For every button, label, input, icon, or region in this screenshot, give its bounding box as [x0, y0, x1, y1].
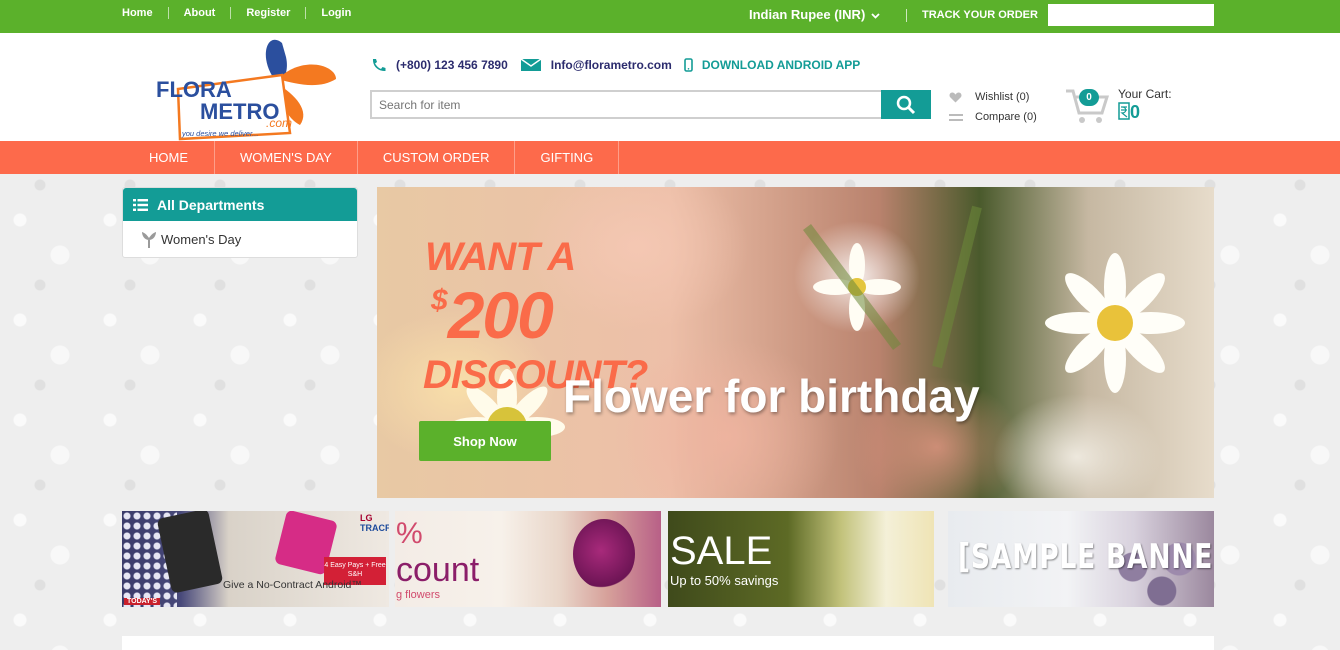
heart-icon	[949, 92, 962, 102]
banner-sale-sub: Up to 50% savings	[670, 573, 779, 588]
contact-bar: (+800) 123 456 7890 Info@florametro.com …	[370, 57, 872, 73]
search-button[interactable]	[881, 90, 931, 119]
cart-amount-value: 0	[1130, 102, 1141, 122]
nav-item-home[interactable]: HOME	[122, 141, 215, 174]
flower-image	[573, 519, 635, 589]
phone-icon	[372, 59, 386, 72]
banner-percent: %	[396, 517, 423, 550]
email-item[interactable]: Info@florametro.com	[520, 58, 672, 72]
svg-text:you desire we deliver...: you desire we deliver...	[181, 129, 258, 138]
hero-amount-value: 200	[447, 278, 554, 352]
wishlist-label: Wishlist (0)	[975, 91, 1030, 103]
hero-banner[interactable]: WANT A $200 DISCOUNT? Flower for birthda…	[377, 187, 1214, 498]
cart-amount: 0	[1118, 102, 1140, 123]
list-icon	[133, 198, 148, 211]
hero-amount: $200	[431, 277, 554, 353]
banner-caption: Give a No-Contract Android™	[223, 579, 362, 591]
home-link[interactable]: Home	[122, 7, 168, 19]
banner-sale-title: SALE	[670, 529, 773, 573]
divider	[906, 9, 907, 22]
search-bar	[370, 90, 931, 119]
main-nav: HOME WOMEN'S DAY CUSTOM ORDER GIFTING	[0, 141, 1340, 174]
login-link[interactable]: Login	[305, 7, 366, 19]
currency-label: Indian Rupee (INR)	[749, 7, 866, 22]
compare-icon	[949, 113, 963, 121]
track-order-input[interactable]	[1048, 4, 1214, 26]
search-input[interactable]	[370, 90, 881, 119]
cart-widget[interactable]: 0 Your Cart: 0	[1064, 83, 1214, 127]
departments-header[interactable]: All Departments	[123, 188, 357, 221]
chevron-down-icon	[871, 13, 880, 19]
promo-banner-discount[interactable]: % count g flowers	[395, 511, 661, 607]
mobile-icon	[684, 58, 693, 72]
top-bar: Home About Register Login Indian Rupee (…	[0, 0, 1340, 33]
cart-label: Your Cart:	[1118, 87, 1172, 101]
rupee-icon	[1118, 102, 1130, 120]
currency-selector[interactable]: Indian Rupee (INR)	[749, 7, 880, 22]
banner-sample-title: [SAMPLE BANNER]	[958, 537, 1214, 577]
promo-banner-android[interactable]: LG TRACFONE 4 Easy Pays + Free S&H Give …	[122, 511, 389, 607]
account-links: Wishlist (0) Compare (0)	[949, 87, 1037, 127]
promo-banner-sale[interactable]: SALE Up to 50% savings	[668, 511, 934, 607]
hero-headline: Flower for birthday	[563, 370, 980, 422]
banner-brand: LG TRACFONE	[360, 513, 389, 533]
nav-item-gifting[interactable]: GIFTING	[515, 141, 620, 174]
logo-graphic: FLORA METRO .com you desire we deliver..…	[156, 39, 336, 141]
banner-tag: TODAY'S	[124, 598, 161, 605]
about-link[interactable]: About	[167, 7, 231, 19]
compare-label: Compare (0)	[975, 111, 1037, 123]
cart-count-badge: 0	[1079, 89, 1099, 106]
mail-icon	[520, 58, 542, 71]
site-logo[interactable]: FLORA METRO .com you desire we deliver..…	[150, 35, 345, 141]
shop-now-button[interactable]: Shop Now	[419, 421, 551, 461]
top-links: Home About Register Login	[122, 0, 366, 26]
phone-number: (+800) 123 456 7890	[396, 58, 508, 72]
compare-link[interactable]: Compare (0)	[949, 107, 1037, 127]
nav-item-custom-order[interactable]: CUSTOM ORDER	[358, 141, 516, 174]
track-order-label: TRACK YOUR ORDER	[922, 9, 1038, 21]
banner-discount-text: count	[396, 551, 480, 589]
wishlist-link[interactable]: Wishlist (0)	[949, 87, 1037, 107]
header: FLORA METRO .com you desire we deliver..…	[0, 33, 1340, 141]
svg-text:.com: .com	[266, 116, 292, 130]
register-link[interactable]: Register	[230, 7, 305, 19]
banner-discount-sub: g flowers	[396, 589, 441, 601]
search-icon	[896, 95, 916, 114]
hero-currency-symbol: $	[431, 284, 448, 317]
promo-banner-sample[interactable]: [SAMPLE BANNER]	[948, 511, 1214, 607]
flower-icon	[142, 232, 156, 248]
departments-title: All Departments	[157, 196, 265, 213]
department-item-womens-day[interactable]: Women's Day	[123, 221, 357, 257]
android-app-label: DOWNLOAD ANDROID APP	[701, 58, 861, 72]
content-area	[122, 636, 1214, 650]
email-address: Info@florametro.com	[550, 58, 672, 72]
nav-item-womens-day[interactable]: WOMEN'S DAY	[215, 141, 358, 174]
departments-panel: All Departments Women's Day	[122, 187, 358, 258]
android-app-link[interactable]: DOWNLOAD ANDROID APP	[684, 58, 860, 72]
hero-line-want-a: WANT A	[425, 235, 576, 279]
department-item-label: Women's Day	[161, 231, 242, 247]
phone-item[interactable]: (+800) 123 456 7890	[370, 58, 508, 72]
